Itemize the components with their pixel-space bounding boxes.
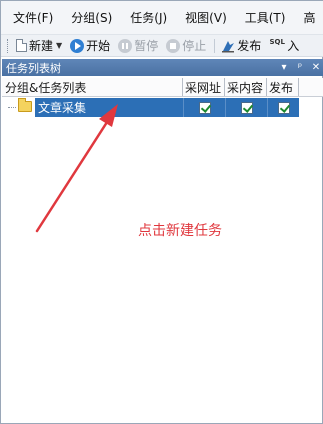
menu-bar: 文件(F) 分组(S) 任务(J) 视图(V) 工具(T) 高 — [1, 1, 323, 35]
pause-button[interactable]: 暂停 — [118, 37, 158, 54]
new-button[interactable]: 新建 ▼ — [16, 37, 62, 54]
panel-title: 任务列表树 — [6, 61, 61, 75]
tree-row-label[interactable]: 文章采集 — [35, 98, 183, 117]
column-header-name[interactable]: 分组&任务列表 — [2, 78, 183, 96]
task-tree-panel-header: 任务列表树 ▾ ᵖ ✕ — [2, 59, 323, 76]
pause-button-label: 暂停 — [134, 39, 159, 53]
sql-import-button[interactable]: SQL 入 — [269, 37, 300, 54]
collect-url-checkbox[interactable] — [198, 101, 211, 114]
tree-row-name-cell: 文章采集 — [2, 98, 183, 117]
collect-content-cell — [225, 98, 267, 117]
column-header-collect-url[interactable]: 采网址 — [183, 78, 225, 96]
sql-icon: SQL — [269, 37, 285, 46]
start-button-label: 开始 — [86, 39, 111, 53]
toolbar-separator — [214, 38, 216, 53]
stop-button-label: 停止 — [182, 39, 207, 53]
app-window: 文件(F) 分组(S) 任务(J) 视图(V) 工具(T) 高 新建 ▼ 开始 … — [0, 0, 323, 424]
sql-import-label: 入 — [287, 39, 300, 53]
pin-icon[interactable]: ᵖ — [293, 62, 307, 73]
toolbar: 新建 ▼ 开始 暂停 停止 发布 SQL 入 — [1, 35, 323, 57]
new-button-label: 新建 — [29, 39, 54, 53]
menu-tools[interactable]: 工具(T) — [245, 9, 286, 26]
start-button[interactable]: 开始 — [70, 37, 110, 54]
stop-button[interactable]: 停止 — [166, 37, 206, 54]
folder-icon — [18, 98, 32, 112]
close-icon[interactable]: ✕ — [309, 62, 323, 73]
pause-icon — [118, 38, 133, 53]
collect-content-checkbox[interactable] — [240, 101, 253, 114]
toolbar-grip[interactable] — [7, 38, 10, 53]
publish-cell — [267, 98, 299, 117]
chevron-down-icon[interactable]: ▼ — [56, 41, 62, 50]
publish-icon — [221, 39, 235, 53]
play-icon — [70, 38, 85, 53]
publish-checkbox[interactable] — [277, 101, 290, 114]
tree-connector-line — [8, 107, 16, 108]
tree-row[interactable]: 文章采集 — [2, 98, 299, 117]
column-header-publish[interactable]: 发布 — [267, 78, 299, 96]
menu-view[interactable]: 视图(V) — [185, 9, 227, 26]
menu-advanced[interactable]: 高 — [303, 9, 315, 26]
publish-button[interactable]: 发布 — [221, 37, 261, 54]
new-document-icon — [16, 39, 27, 52]
stop-icon — [166, 38, 181, 53]
panel-menu-icon[interactable]: ▾ — [277, 62, 291, 73]
collect-url-cell — [183, 98, 225, 117]
menu-group[interactable]: 分组(S) — [71, 9, 112, 26]
annotation-text: 点击新建任务 — [138, 223, 222, 239]
column-header-collect-content[interactable]: 采内容 — [225, 78, 267, 96]
menu-task[interactable]: 任务(J) — [130, 9, 167, 26]
menu-file[interactable]: 文件(F) — [13, 9, 53, 26]
tree-column-header: 分组&任务列表 采网址 采内容 发布 — [2, 78, 323, 97]
publish-button-label: 发布 — [237, 39, 262, 53]
